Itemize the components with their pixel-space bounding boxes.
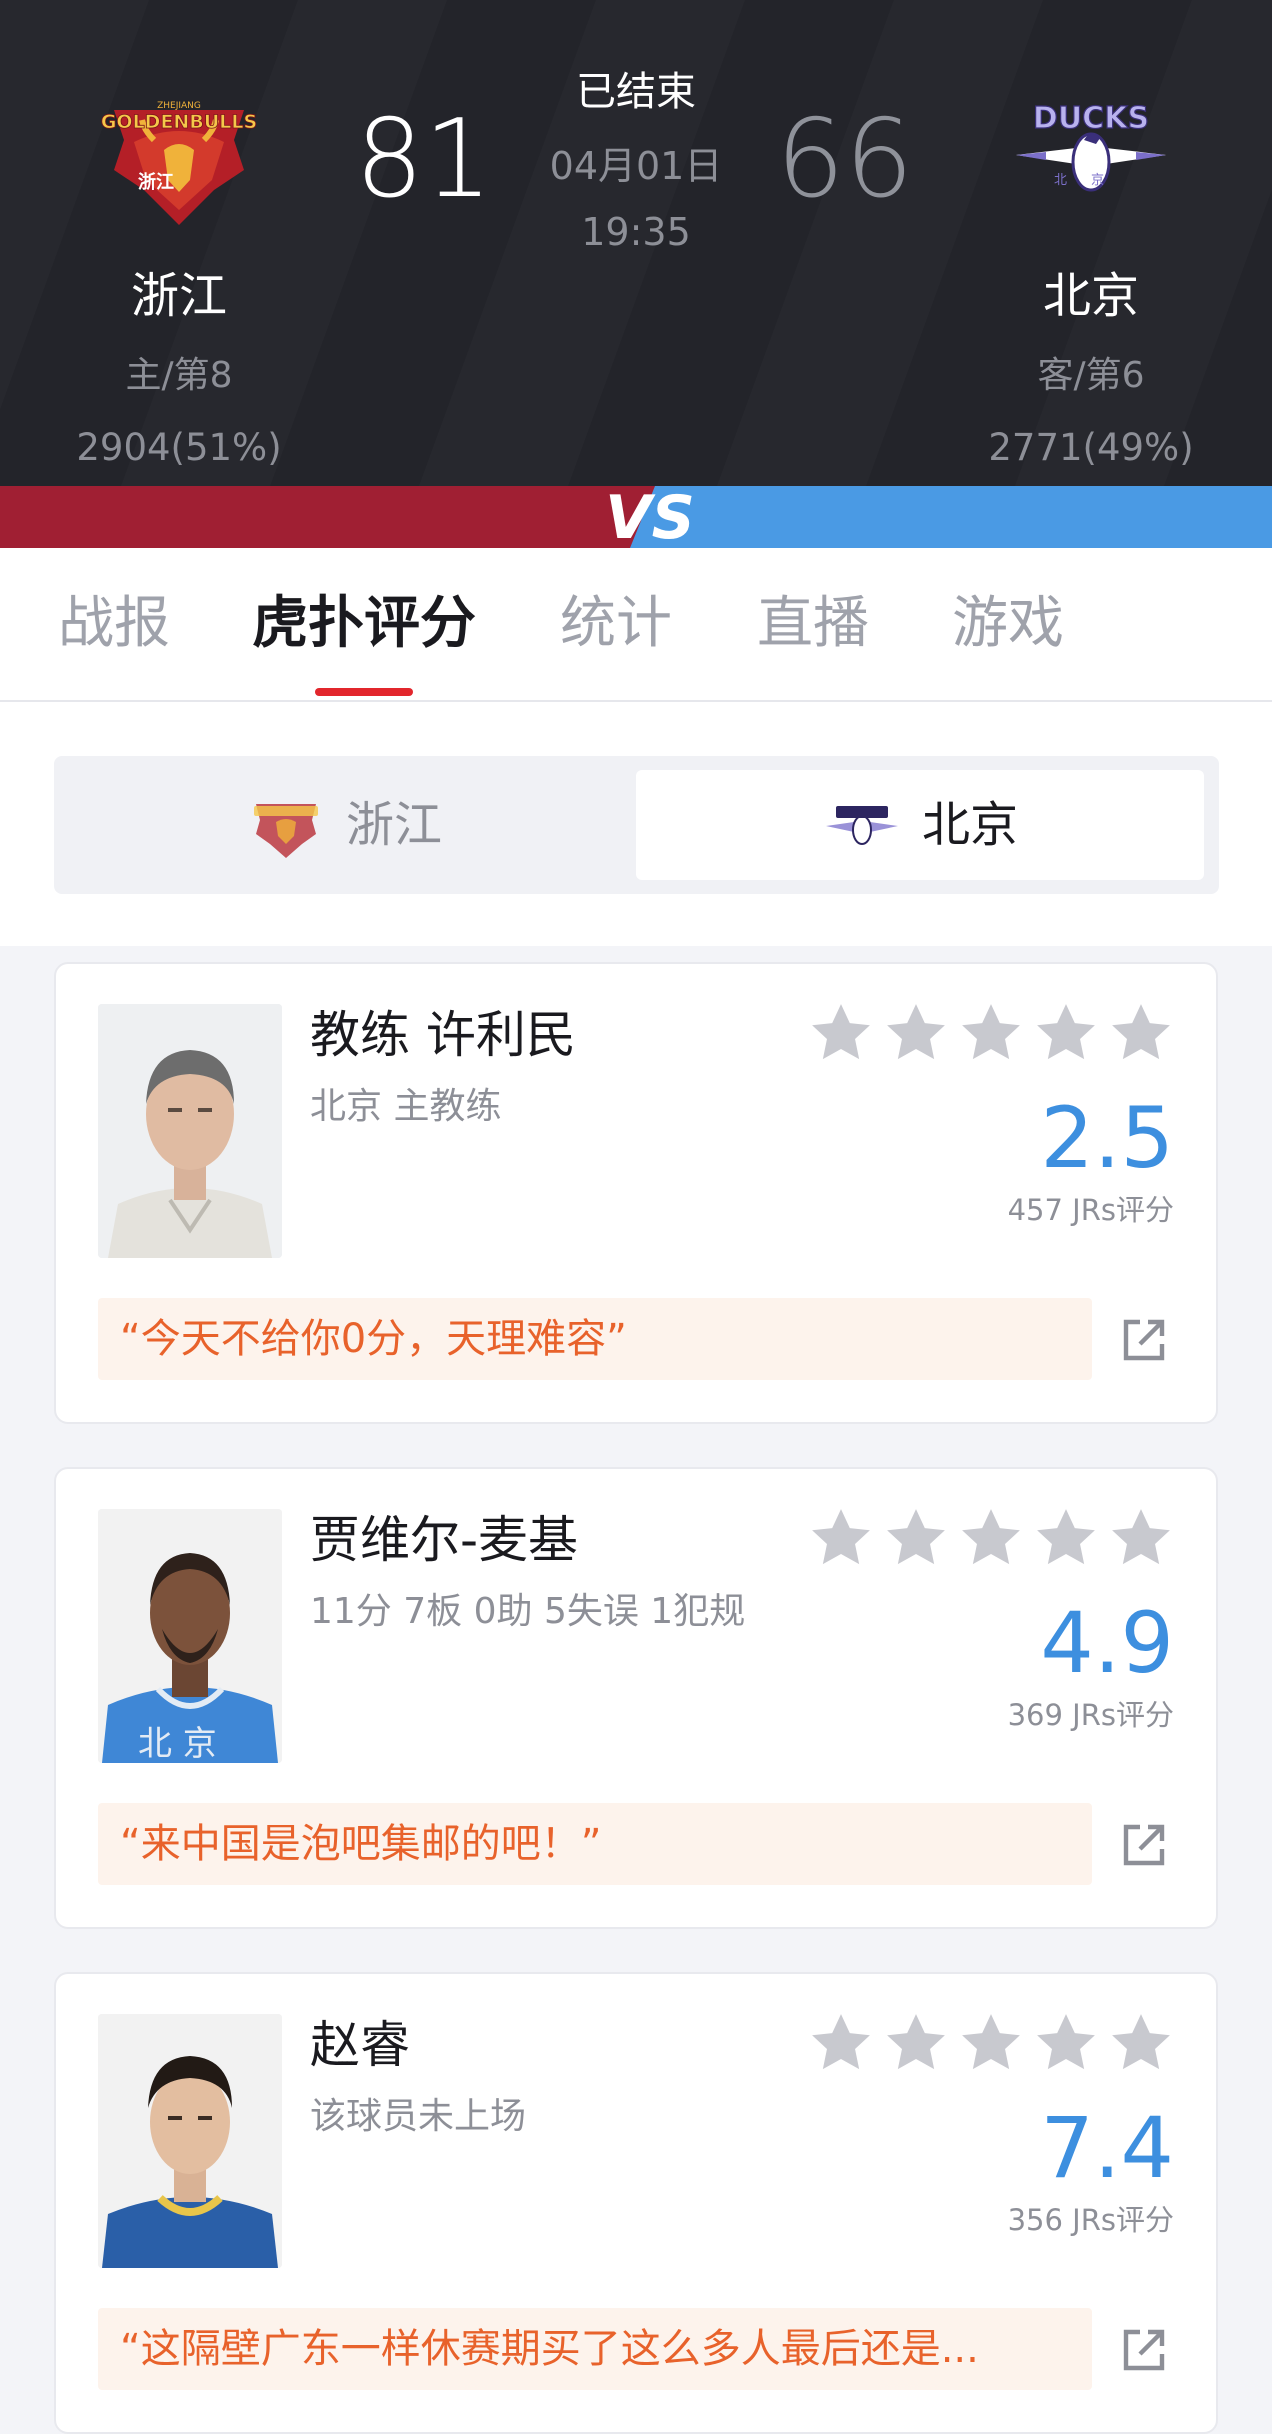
home-team-votes: 2904(51%): [76, 426, 282, 469]
star-icon[interactable]: [883, 1505, 949, 1571]
player-photo: 北 京: [98, 1509, 282, 1763]
away-team-votes: 2771(49%): [988, 426, 1194, 469]
coach-photo: [98, 1004, 282, 1258]
player-stats: 11分 7板 0助 5失误 1犯规: [310, 1591, 746, 1632]
star-icon[interactable]: [1033, 2010, 1099, 2076]
share-icon[interactable]: [1120, 1316, 1168, 1364]
svg-text:浙江: 浙江: [138, 171, 174, 193]
star-icon[interactable]: [808, 1000, 874, 1066]
tab-report[interactable]: 战报: [58, 588, 170, 660]
rating-card-player[interactable]: 赵睿 该球员未上场 7.4 356 JRs评分 “这隔壁广东一样休赛期买了这么多…: [54, 1972, 1218, 2434]
star-icon[interactable]: [808, 1505, 874, 1571]
team-switch-area: 浙江 北京: [0, 702, 1272, 946]
active-tab-indicator: [315, 688, 413, 696]
svg-text:北 京: 北 京: [138, 1724, 217, 1763]
player-name: 赵睿: [310, 2016, 410, 2074]
star-icon[interactable]: [1108, 1505, 1174, 1571]
scoreboard-header: ZHEJIANG GOLDENBULLS 浙江 浙江 主/第8 2904(51%…: [0, 0, 1272, 486]
star-icon[interactable]: [1108, 2010, 1174, 2076]
tab-live[interactable]: 直播: [757, 588, 869, 660]
vs-ratio-bar: VS: [0, 486, 1272, 548]
svg-text:北京: 北京: [1054, 173, 1128, 188]
star-rating-input[interactable]: [808, 2010, 1178, 2080]
match-time: 19:35: [581, 210, 691, 254]
home-score: 81: [355, 97, 493, 222]
team-switch-zhejiang[interactable]: 浙江: [54, 756, 634, 894]
star-icon[interactable]: [883, 1000, 949, 1066]
star-rating-input[interactable]: [808, 1000, 1178, 1070]
player-subtitle: 北京 主教练: [310, 1086, 502, 1127]
player-photo: [98, 2014, 282, 2268]
average-rating: 4.9: [1040, 1594, 1174, 1692]
svg-text:GOLDENBULLS: GOLDENBULLS: [101, 111, 257, 133]
tab-bar: 战报 虎扑评分 统计 直播 游戏: [0, 548, 1272, 702]
away-team-name: 北京: [1042, 268, 1139, 324]
goldenbulls-logo-small: [253, 804, 318, 858]
ducks-logo: DUCKS 北京: [1016, 100, 1166, 192]
share-icon[interactable]: [1120, 1821, 1168, 1869]
star-rating-input[interactable]: [808, 1505, 1178, 1575]
tab-stats[interactable]: 统计: [560, 588, 672, 660]
rating-card-coach[interactable]: 教练 许利民 北京 主教练 2.5 457 JRs评分 “今天不给你0分，天理难…: [54, 962, 1218, 1424]
rating-count: 369 JRs评分: [1007, 1698, 1174, 1732]
average-rating: 7.4: [1040, 2099, 1174, 2197]
svg-text:ZHEJIANG: ZHEJIANG: [157, 101, 201, 111]
away-score: 66: [776, 97, 914, 222]
tab-game[interactable]: 游戏: [952, 588, 1064, 660]
star-icon[interactable]: [958, 1505, 1024, 1571]
ducks-logo-small: [825, 806, 898, 845]
vs-label: VS: [605, 486, 695, 548]
home-team-name: 浙江: [130, 268, 227, 324]
top-comment[interactable]: “今天不给你0分，天理难容”: [98, 1298, 1092, 1380]
average-rating: 2.5: [1040, 1089, 1174, 1187]
top-comment[interactable]: “来中国是泡吧集邮的吧！”: [98, 1803, 1092, 1885]
team-switch-beijing-label: 北京: [921, 797, 1018, 853]
home-team-rank: 主/第8: [125, 355, 233, 396]
star-icon[interactable]: [1033, 1000, 1099, 1066]
star-icon[interactable]: [958, 1000, 1024, 1066]
star-icon[interactable]: [808, 2010, 874, 2076]
team-switcher: 浙江 北京: [54, 756, 1219, 894]
star-icon[interactable]: [1033, 1505, 1099, 1571]
star-icon[interactable]: [958, 2010, 1024, 2076]
top-comment[interactable]: “这隔壁广东一样休赛期买了这么多人最后还是...: [98, 2308, 1092, 2390]
tab-hupu-rating[interactable]: 虎扑评分: [252, 588, 476, 660]
player-subtitle: 该球员未上场: [310, 2096, 527, 2137]
match-date: 04月01日: [549, 144, 723, 188]
team-switch-zhejiang-label: 浙江: [345, 797, 442, 853]
match-status: 已结束: [576, 69, 696, 115]
rating-count: 356 JRs评分: [1007, 2203, 1174, 2237]
player-name: 教练 许利民: [310, 1006, 576, 1064]
star-icon[interactable]: [1108, 1000, 1174, 1066]
svg-text:DUCKS: DUCKS: [1033, 101, 1149, 136]
share-icon[interactable]: [1120, 2326, 1168, 2374]
player-name: 贾维尔-麦基: [310, 1511, 579, 1569]
team-switch-beijing[interactable]: 北京: [636, 770, 1204, 880]
rating-count: 457 JRs评分: [1007, 1193, 1174, 1227]
away-team-rank: 客/第6: [1037, 355, 1145, 396]
star-icon[interactable]: [883, 2010, 949, 2076]
rating-card-player[interactable]: 北 京 贾维尔-麦基 11分 7板 0助 5失误 1犯规 4.9 369 JRs…: [54, 1467, 1218, 1929]
goldenbulls-logo: ZHEJIANG GOLDENBULLS 浙江: [100, 101, 258, 225]
